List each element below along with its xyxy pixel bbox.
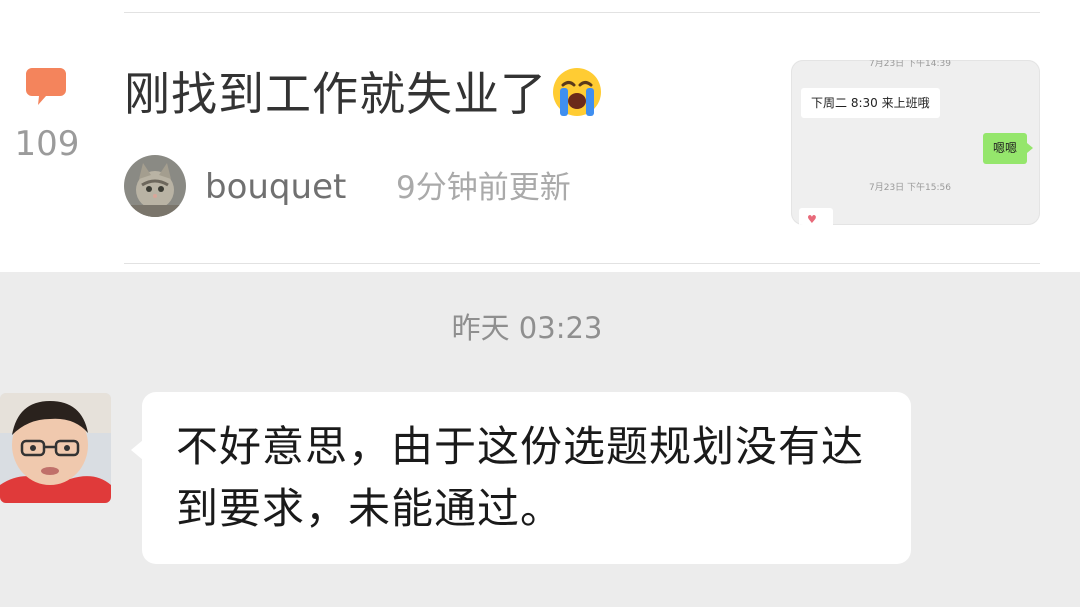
thumbnail-timestamp-bottom: 7月23日 下午15:56 (869, 183, 951, 193)
mid-divider (124, 263, 1040, 264)
heart-icon: ♥ (807, 213, 817, 225)
sender-avatar-image (0, 393, 111, 503)
author-avatar[interactable] (124, 155, 186, 217)
top-divider (124, 12, 1040, 13)
post-title[interactable]: 刚找到工作就失业了 (124, 64, 603, 124)
comment-count: 109 (14, 124, 80, 164)
thumbnail-message-right: 嗯嗯 (983, 133, 1033, 164)
comment-icon (26, 68, 66, 105)
thumbnail-message-left: 下周二 8:30 来上班哦 (801, 88, 940, 118)
post-title-text: 刚找到工作就失业了 (124, 67, 547, 121)
post-thumbnail[interactable]: 7月23日 下午14:39 下周二 8:30 来上班哦 嗯嗯 7月23日 下午1… (791, 60, 1040, 225)
chat-timestamp: 昨天 03:23 (451, 311, 603, 345)
chat-area: 昨天 03:23 不好意思，由于这份选题规划没有达到要求，未能通过。 (0, 272, 1080, 607)
sender-avatar[interactable] (0, 393, 111, 503)
author-name[interactable]: bouquet (205, 165, 346, 209)
thumbnail-timestamp-top: 7月23日 下午14:39 (869, 60, 951, 69)
chat-message-bubble[interactable]: 不好意思，由于这份选题规划没有达到要求，未能通过。 (131, 392, 911, 564)
chat-message-text: 不好意思，由于这份选题规划没有达到要求，未能通过。 (176, 422, 865, 533)
post-updated-time: 9分钟前更新 (396, 170, 571, 206)
cat-avatar-image (124, 155, 186, 217)
loudly-crying-face-emoji (553, 68, 601, 116)
